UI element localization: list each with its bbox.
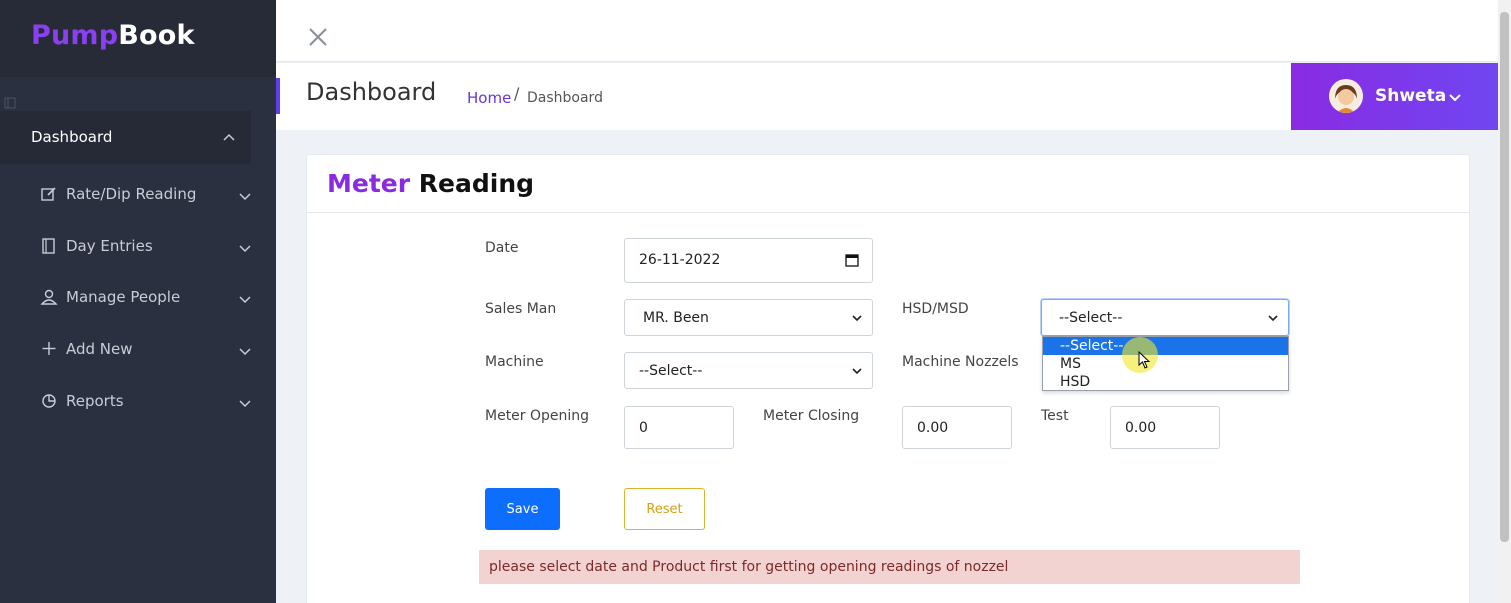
header-accent-bar: [276, 78, 280, 114]
scrollbar[interactable]: [1498, 0, 1511, 603]
product-label: HSD/MSD: [902, 301, 969, 317]
sidebar: PumpBook Dashboard Rate/Dip Reading Day …: [0, 0, 276, 603]
sidebar-item-label: Rate/Dip Reading: [66, 185, 197, 203]
save-button[interactable]: Save: [485, 488, 560, 530]
chevron-up-icon: [223, 133, 235, 141]
user-name: Shweta: [1375, 86, 1447, 106]
brand-logo-part1: Pump: [31, 20, 119, 51]
user-menu[interactable]: Shweta: [1291, 63, 1498, 130]
meter-closing-input[interactable]: 0.00: [902, 406, 1012, 449]
card-title: Meter Reading: [327, 169, 534, 198]
chevron-down-icon: [852, 368, 862, 375]
chevron-down-icon: [239, 296, 251, 304]
meter-opening-input[interactable]: 0: [624, 406, 734, 449]
chevron-down-icon: [1449, 94, 1461, 102]
avatar: [1329, 79, 1363, 113]
machine-value: --Select--: [639, 363, 703, 379]
sidebar-item-dashboard[interactable]: Dashboard: [0, 111, 251, 164]
machine-nozzle-label: Machine Nozzels: [902, 354, 1019, 370]
sidebar-item-add-new[interactable]: Add New: [0, 332, 276, 372]
product-select[interactable]: --Select--: [1041, 299, 1289, 336]
reset-button[interactable]: Reset: [624, 488, 705, 530]
chevron-down-icon: [239, 193, 251, 201]
card-header: Meter Reading: [307, 155, 1469, 213]
chevron-down-icon: [239, 245, 251, 253]
scrollbar-thumb[interactable]: [1500, 12, 1509, 542]
chevron-down-icon: [852, 315, 862, 322]
sidebar-item-day-entries[interactable]: Day Entries: [0, 229, 276, 269]
breadcrumb-separator: /: [514, 84, 520, 103]
calendar-icon[interactable]: [845, 253, 859, 267]
sidebar-item-manage-people[interactable]: Manage People: [0, 280, 276, 320]
brand-logo-part2: Book: [118, 20, 195, 51]
edit-icon: [41, 187, 56, 201]
pie-chart-icon: [42, 394, 56, 408]
product-dropdown-list: --Select-- MS HSD: [1042, 336, 1289, 391]
dropdown-option-ms[interactable]: MS: [1043, 355, 1288, 373]
chevron-down-icon: [239, 400, 251, 408]
meter-opening-label: Meter Opening: [485, 408, 590, 424]
brand-logo[interactable]: PumpBook: [31, 20, 195, 51]
meter-closing-label: Meter Closing: [763, 408, 860, 424]
sidebar-item-label: Manage People: [66, 288, 181, 306]
breadcrumb-home-link[interactable]: Home: [467, 89, 511, 107]
meter-opening-value: 0: [639, 420, 648, 436]
top-bar: [276, 0, 1498, 62]
book-icon: [42, 238, 55, 254]
test-label: Test: [1041, 408, 1069, 424]
sidebar-item-label: Reports: [66, 392, 124, 410]
sidebar-item-reports[interactable]: Reports: [0, 384, 276, 424]
dropdown-option-select[interactable]: --Select--: [1043, 337, 1288, 355]
sidebar-item-label: Dashboard: [31, 128, 113, 146]
info-alert: please select date and Product first for…: [479, 550, 1300, 584]
salesman-label: Sales Man: [485, 301, 557, 317]
sidebar-item-rate-dip-reading[interactable]: Rate/Dip Reading: [0, 177, 276, 217]
machine-select[interactable]: --Select--: [624, 352, 873, 389]
close-icon[interactable]: [307, 26, 329, 48]
salesman-value: MR. Been: [643, 310, 709, 326]
sidebar-item-label: Day Entries: [66, 237, 153, 255]
plus-icon: [42, 342, 56, 355]
test-input[interactable]: 0.00: [1110, 406, 1220, 449]
test-value: 0.00: [1125, 420, 1157, 436]
mouse-cursor-icon: [1138, 351, 1151, 369]
sidebar-collapse-icon[interactable]: [4, 96, 16, 110]
meter-reading-card: Meter Reading: [306, 154, 1470, 603]
breadcrumb-current: Dashboard: [527, 90, 603, 106]
card-title-part1: Meter: [327, 169, 411, 198]
date-label: Date: [485, 240, 519, 256]
dropdown-option-hsd[interactable]: HSD: [1043, 373, 1288, 391]
machine-label: Machine: [485, 354, 544, 370]
product-value: --Select--: [1059, 310, 1123, 326]
meter-closing-value: 0.00: [917, 420, 949, 436]
date-value: 26-11-2022: [639, 252, 721, 268]
card-title-part2: Reading: [418, 169, 535, 198]
date-input[interactable]: 26-11-2022: [624, 238, 873, 283]
chevron-down-icon: [1268, 315, 1278, 322]
page-title: Dashboard: [306, 78, 437, 106]
salesman-select[interactable]: MR. Been: [624, 299, 873, 336]
person-icon: [40, 289, 58, 305]
chevron-down-icon: [239, 348, 251, 356]
sidebar-item-label: Add New: [66, 340, 133, 358]
